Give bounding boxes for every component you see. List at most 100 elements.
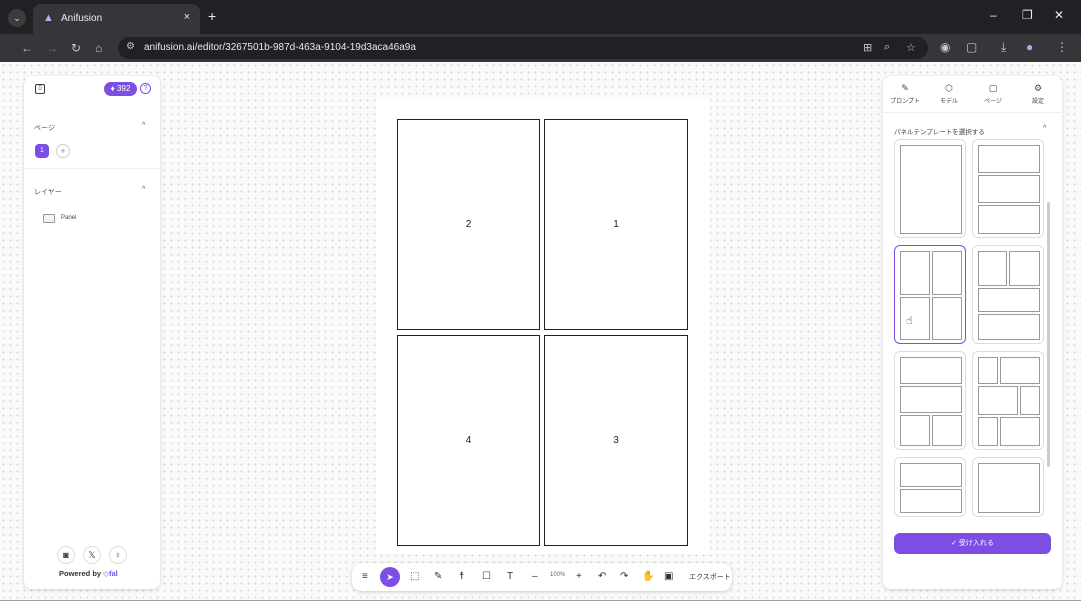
- tab-settings[interactable]: ⚙ 設定: [1020, 83, 1056, 105]
- lightbulb-icon[interactable]: ♀: [109, 546, 127, 564]
- bottom-toolbar: ≡ ➤ ⬚ ✎ ☨ ☐ T – 100% + ↶ ↷ ✋ ▣ エクスポート: [352, 563, 732, 591]
- template-diagonal[interactable]: [972, 457, 1044, 517]
- layers-section-label: レイヤー: [34, 189, 62, 196]
- minimize-icon[interactable]: –: [990, 8, 997, 22]
- tab-model[interactable]: ⬡ モデル: [931, 83, 967, 105]
- template-rows-split[interactable]: [894, 351, 966, 450]
- undo-icon[interactable]: ↶: [598, 570, 606, 584]
- browser-tab[interactable]: ▲ Anifusion ×: [33, 4, 200, 34]
- template-single-panel[interactable]: [894, 139, 966, 238]
- add-page-button[interactable]: +: [56, 144, 70, 158]
- save-icon[interactable]: ▣: [664, 570, 673, 584]
- template-section-title: パネルテンプレートを選択する: [894, 129, 985, 136]
- zoom-icon[interactable]: ⌕: [884, 41, 890, 54]
- bookmark-star-icon[interactable]: ☆: [906, 41, 916, 54]
- zoom-level: 100%: [550, 572, 566, 578]
- editor-viewport: ▯ ♦ 392 ? ページ ^ 1 + レイヤー ^ Panel ◙ 𝕏 ♀ P…: [0, 62, 1081, 600]
- comic-panel-4[interactable]: 4: [397, 335, 540, 546]
- comic-page-canvas[interactable]: 2 1 4 3: [376, 99, 710, 554]
- page-thumbnail-1[interactable]: 1: [35, 144, 49, 158]
- layer-item-panel[interactable]: Panel: [61, 215, 76, 221]
- menu-icon[interactable]: ≡: [362, 570, 368, 584]
- template-scrollbar[interactable]: [1047, 202, 1050, 467]
- tab-divider: [883, 112, 1062, 113]
- tab-close-icon[interactable]: ×: [184, 11, 190, 23]
- browser-menu-icon[interactable]: ⋮: [1056, 40, 1068, 54]
- reload-icon[interactable]: ↻: [71, 41, 81, 55]
- gear-icon: ⚙: [1033, 83, 1043, 93]
- select-tool-icon[interactable]: ➤: [380, 567, 400, 587]
- tab-label: モデル: [939, 99, 958, 105]
- layers-collapse-chevron-icon[interactable]: ^: [142, 186, 145, 193]
- fal-logo: fal: [108, 569, 118, 578]
- pages-section-label: ページ: [34, 125, 55, 132]
- pose-figure-icon[interactable]: ☨: [459, 570, 464, 584]
- zoom-out-icon[interactable]: –: [532, 570, 538, 584]
- comic-panel-1[interactable]: 1: [544, 119, 688, 330]
- x-twitter-icon[interactable]: 𝕏: [83, 546, 101, 564]
- text-tool-icon[interactable]: T: [507, 570, 513, 584]
- powered-by-text[interactable]: Powered by ◇fal: [59, 569, 118, 578]
- marquee-select-icon[interactable]: ⬚: [410, 570, 419, 584]
- panel-number: 1: [613, 219, 619, 230]
- tab-prompt[interactable]: ✎ プロンプト: [887, 83, 923, 105]
- template-four-grid[interactable]: [894, 245, 966, 344]
- page-icon: ▢: [988, 83, 998, 93]
- forward-icon[interactable]: →: [46, 41, 58, 55]
- tab-title: Anifusion: [61, 13, 103, 24]
- tab-search-icon[interactable]: ⌄: [8, 9, 26, 27]
- export-button[interactable]: エクスポート: [689, 572, 731, 582]
- template-three-rows[interactable]: [972, 139, 1044, 238]
- url-text: anifusion.ai/editor/3267501b-987d-463a-9…: [144, 42, 416, 53]
- cube-icon: ⬡: [945, 83, 953, 93]
- translate-icon[interactable]: ⊞: [863, 41, 872, 54]
- credits-badge[interactable]: ♦ 392: [104, 82, 137, 96]
- zoom-in-icon[interactable]: +: [576, 570, 582, 584]
- profile-avatar-icon[interactable]: ●: [1026, 40, 1033, 54]
- address-bar-row: ← → ↻ ⌂ ⚙ anifusion.ai/editor/3267501b-9…: [0, 34, 1081, 62]
- tab-page[interactable]: ▢ ページ: [975, 83, 1011, 105]
- right-sidebar: ✎ プロンプト ⬡ モデル ▢ ページ ⚙ 設定 パネルテンプレートを選択する ^: [883, 76, 1062, 589]
- template-brick-grid[interactable]: [972, 351, 1044, 450]
- url-input[interactable]: ⚙ anifusion.ai/editor/3267501b-987d-463a…: [118, 37, 928, 59]
- download-icon[interactable]: ⤓: [1001, 40, 1006, 55]
- help-icon[interactable]: ?: [140, 83, 151, 94]
- site-info-icon[interactable]: ⚙: [126, 41, 135, 52]
- back-icon[interactable]: ←: [21, 41, 33, 55]
- anifusion-favicon-icon: ▲: [43, 12, 54, 24]
- extension-icon[interactable]: ◉: [940, 40, 950, 54]
- panel-number: 2: [465, 219, 472, 230]
- home-icon[interactable]: ⌂: [95, 41, 102, 55]
- collapse-sidebar-icon[interactable]: ▯: [35, 84, 45, 94]
- extensions-puzzle-icon[interactable]: ▢: [966, 40, 977, 54]
- credits-count: 392: [116, 84, 131, 93]
- section-divider: [24, 168, 160, 169]
- panel-number: 4: [465, 435, 472, 446]
- hand-cursor-icon: ☝: [906, 315, 913, 327]
- comic-panel-2[interactable]: 2: [397, 119, 540, 330]
- left-sidebar: ▯ ♦ 392 ? ページ ^ 1 + レイヤー ^ Panel ◙ 𝕏 ♀ P…: [24, 76, 160, 589]
- template-partial-rows[interactable]: [894, 457, 966, 517]
- panel-layer-icon: [43, 214, 55, 223]
- pages-collapse-chevron-icon[interactable]: ^: [142, 122, 145, 129]
- comic-panel-3[interactable]: 3: [544, 335, 688, 546]
- browser-tab-bar: ⌄ ▲ Anifusion × + – ❐ ✕: [0, 0, 1081, 34]
- tab-label: ページ: [984, 99, 1002, 105]
- discord-icon[interactable]: ◙: [57, 546, 75, 564]
- template-collapse-chevron-icon[interactable]: ^: [1043, 125, 1046, 132]
- restore-icon[interactable]: ❐: [1022, 8, 1033, 22]
- tab-label: 設定: [1031, 99, 1044, 105]
- close-window-icon[interactable]: ✕: [1054, 8, 1064, 22]
- hand-pan-icon[interactable]: ✋: [642, 570, 654, 584]
- rectangle-icon[interactable]: ☐: [482, 570, 491, 584]
- template-mixed-grid[interactable]: [972, 245, 1044, 344]
- redo-icon[interactable]: ↷: [620, 570, 628, 584]
- powered-by-label: Powered by: [59, 569, 102, 578]
- window-bottom-edge: [0, 600, 1081, 604]
- brush-icon[interactable]: ✎: [434, 570, 442, 584]
- panel-number: 3: [613, 435, 619, 446]
- pen-icon: ✎: [901, 83, 909, 93]
- accept-button[interactable]: ✓ 受け入れる: [894, 533, 1051, 554]
- new-tab-icon[interactable]: +: [208, 8, 216, 24]
- tab-label: プロンプト: [890, 99, 920, 105]
